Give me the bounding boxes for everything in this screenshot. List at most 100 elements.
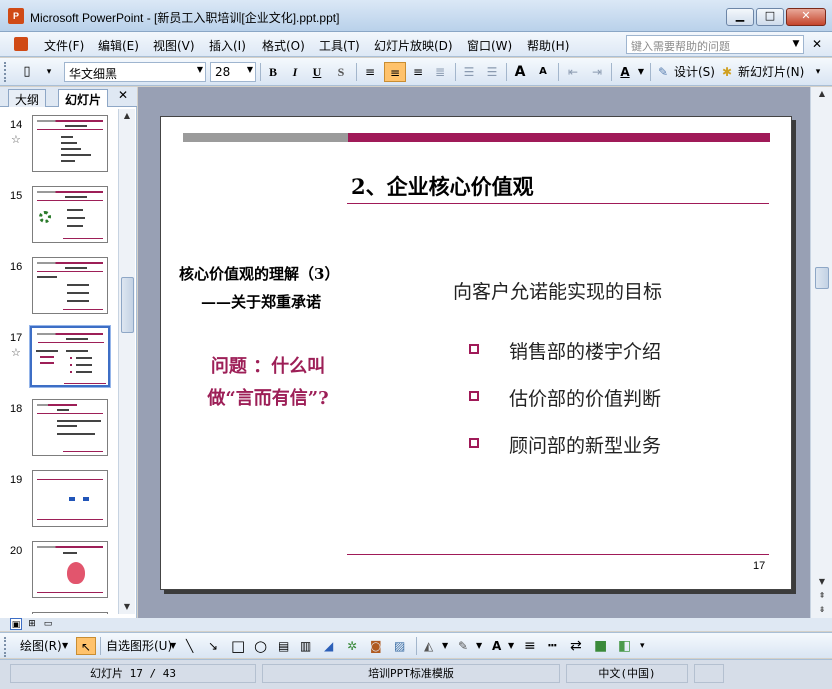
select-pointer-icon[interactable]: ↖	[76, 637, 96, 655]
bullet-list-icon[interactable]: ☰	[483, 62, 501, 82]
menu-tools[interactable]: 工具(T)	[319, 37, 360, 54]
left-subheading[interactable]: ——关于郑重承诺	[201, 291, 321, 312]
line-color-icon[interactable]: ✎	[458, 637, 468, 655]
slide-thumbnail-15[interactable]	[32, 186, 108, 243]
help-search-input[interactable]: 键入需要帮助的问题	[626, 35, 804, 54]
chevron-down-icon[interactable]: ▼	[476, 637, 482, 655]
design-button[interactable]: 设计(S)	[674, 62, 716, 82]
new-slide-button[interactable]: 新幻灯片(N)	[738, 62, 808, 82]
3d-style-icon[interactable]: ◧	[618, 637, 631, 655]
numbered-list-icon[interactable]: ☰	[460, 62, 478, 82]
slide-thumbnail-20[interactable]	[32, 541, 108, 598]
slide-thumbnail-21[interactable]	[32, 612, 108, 614]
slide-thumbnail-14[interactable]	[32, 115, 108, 172]
chevron-down-icon[interactable]: ▼	[170, 637, 176, 655]
pane-close-button[interactable]: ✕	[118, 88, 128, 102]
menu-insert[interactable]: 插入(I)	[209, 37, 246, 54]
dash-style-icon[interactable]: ┅	[548, 637, 556, 655]
slide-thumbnail-17[interactable]	[29, 325, 111, 388]
draw-menu-button[interactable]: 绘图(R)	[20, 637, 62, 655]
close-button[interactable]: ✕	[786, 8, 826, 26]
scroll-down-icon[interactable]: ▼	[119, 600, 135, 614]
increase-indent-icon[interactable]: ⇥	[588, 62, 606, 82]
bold-button[interactable]: B	[264, 62, 282, 82]
tab-outline[interactable]: 大纲	[8, 89, 47, 107]
menu-format[interactable]: 格式(O)	[262, 37, 305, 54]
document-icon[interactable]	[14, 37, 28, 51]
shadow-style-icon[interactable]: ■	[594, 637, 607, 655]
chevron-down-icon[interactable]: ▼	[508, 637, 514, 655]
decrease-indent-icon[interactable]: ⇤	[564, 62, 582, 82]
autoshapes-button[interactable]: 自选图形(U)	[106, 637, 172, 655]
vertical-textbox-icon[interactable]: ▥	[300, 637, 311, 655]
arrow-style-icon[interactable]: ⇄	[570, 637, 582, 655]
menu-edit[interactable]: 编辑(E)	[98, 37, 139, 54]
menu-file[interactable]: 文件(F)	[44, 37, 84, 54]
toolbar-options-icon[interactable]: ▾	[812, 62, 824, 82]
toolbar-grip[interactable]	[4, 637, 8, 657]
font-name-select[interactable]: 华文细黑 ▼	[64, 62, 206, 82]
justify-icon[interactable]: ≣	[431, 62, 449, 82]
align-left-icon[interactable]: ≡	[361, 62, 379, 82]
chevron-down-icon[interactable]: ▼	[62, 637, 68, 655]
fill-color-icon[interactable]: ◭	[424, 637, 433, 655]
left-heading[interactable]: 核心价值观的理解（3）	[179, 263, 339, 284]
grow-font-button[interactable]: A	[511, 62, 529, 82]
goal-text[interactable]: 向客户允诺能实现的目标	[453, 277, 662, 304]
tab-slides[interactable]: 幻灯片	[58, 89, 109, 107]
bullet-item-1[interactable]: 销售部的楼宇介绍	[509, 337, 661, 364]
line-tool-icon[interactable]: ╲	[186, 637, 193, 655]
menu-help[interactable]: 帮助(H)	[527, 37, 569, 54]
pane-scroll-thumb[interactable]	[121, 277, 134, 333]
document-close-button[interactable]: ✕	[812, 37, 822, 51]
scroll-up-icon[interactable]: ▲	[814, 87, 830, 101]
line-style-icon[interactable]: ≡	[524, 637, 536, 655]
slide-thumbnail-18[interactable]	[32, 399, 108, 456]
normal-view-icon[interactable]: ▣	[10, 618, 22, 630]
diagram-icon[interactable]: ✲	[347, 637, 357, 655]
slide-scrollbar[interactable]: ▲ ▼ ⇞ ⇟	[810, 87, 832, 618]
slide-thumbnail-19[interactable]	[32, 470, 108, 527]
align-right-icon[interactable]: ≡	[409, 62, 427, 82]
shrink-font-button[interactable]: A	[534, 62, 552, 82]
next-slide-icon[interactable]: ⇟	[814, 603, 830, 617]
pane-scrollbar[interactable]: ▲ ▼	[118, 109, 135, 614]
chevron-down-icon[interactable]: ▼	[788, 35, 804, 54]
scroll-down-icon[interactable]: ▼	[814, 575, 830, 589]
menu-window[interactable]: 窗口(W)	[467, 37, 512, 54]
question-text[interactable]: 问题 ：什么叫 做“言而有信”?	[193, 351, 343, 415]
font-size-select[interactable]: 28 ▼	[210, 62, 256, 82]
menu-view[interactable]: 视图(V)	[153, 37, 195, 54]
new-document-icon[interactable]: ▯	[18, 62, 36, 82]
italic-button[interactable]: I	[286, 62, 304, 82]
slide-sorter-icon[interactable]: ⊞	[26, 618, 38, 630]
bullet-item-3[interactable]: 顾问部的新型业务	[509, 431, 661, 458]
toolbar-options-icon[interactable]: ▾	[640, 637, 645, 655]
slide-title[interactable]: 2、企业核心价值观	[351, 171, 534, 201]
powerpoint-app-icon[interactable]: P	[8, 8, 24, 24]
rectangle-tool-icon[interactable]: □	[231, 637, 245, 655]
previous-slide-icon[interactable]: ⇞	[814, 589, 830, 603]
menu-slideshow[interactable]: 幻灯片放映(D)	[374, 37, 453, 54]
chevron-down-icon[interactable]: ▼	[442, 637, 448, 655]
toolbar-options-icon[interactable]: ▾	[42, 62, 56, 82]
font-color-icon[interactable]: A	[492, 637, 501, 655]
align-center-icon[interactable]: ≡	[384, 62, 406, 82]
bullet-item-2[interactable]: 估价部的价值判断	[509, 384, 661, 411]
chevron-down-icon[interactable]: ▼	[636, 62, 646, 82]
current-slide[interactable]: 2、企业核心价值观 核心价值观的理解（3） ——关于郑重承诺 问题 ：什么叫 做…	[160, 116, 792, 590]
picture-icon[interactable]: ▨	[394, 637, 405, 655]
underline-button[interactable]: U	[308, 62, 326, 82]
maximize-button[interactable]: □	[756, 8, 784, 26]
scroll-up-icon[interactable]: ▲	[119, 109, 135, 123]
font-color-button[interactable]: A	[616, 62, 634, 82]
toolbar-grip[interactable]	[4, 62, 8, 82]
wordart-icon[interactable]: ◢	[324, 637, 333, 655]
slide-scroll-thumb[interactable]	[815, 267, 829, 289]
oval-tool-icon[interactable]: ○	[254, 637, 267, 655]
slide-thumbnail-16[interactable]	[32, 257, 108, 314]
slideshow-view-icon[interactable]: ▭	[42, 618, 54, 630]
minimize-button[interactable]: ▁	[726, 8, 754, 26]
clipart-icon[interactable]: ◙	[370, 637, 382, 655]
shadow-button[interactable]: S	[332, 62, 350, 82]
